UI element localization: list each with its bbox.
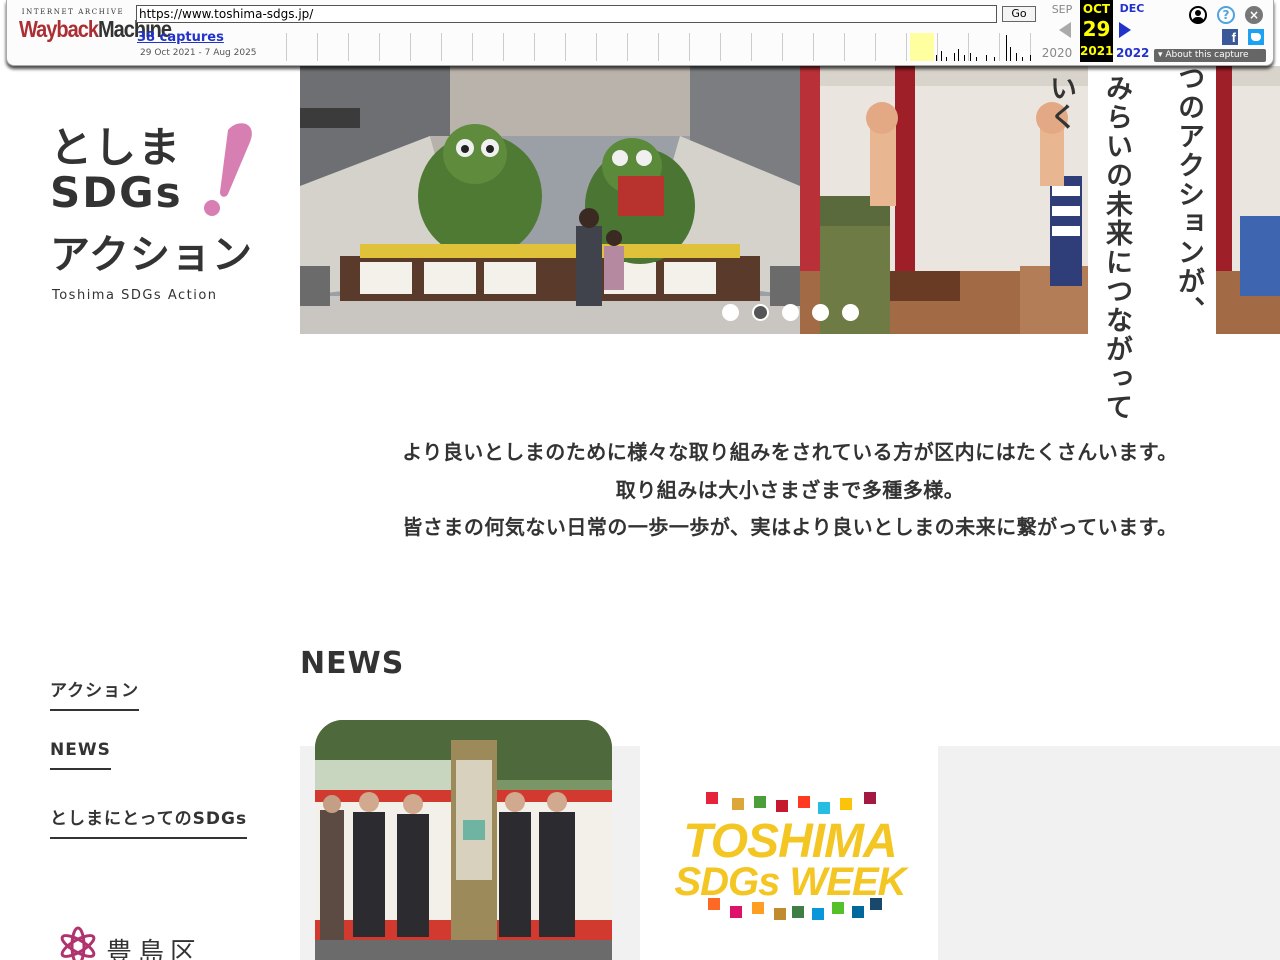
close-icon[interactable]: × xyxy=(1245,6,1263,24)
sparkline-capture-tick xyxy=(954,53,955,61)
sparkline-capture-tick xyxy=(936,55,937,61)
sparkline-year-divider xyxy=(503,33,504,61)
hero-catch-left: みらいの未来につながっていく xyxy=(1045,66,1144,430)
sparkline-year-divider xyxy=(720,33,721,61)
wayback-prev-year[interactable]: 2020 xyxy=(1041,46,1073,60)
user-icon[interactable] xyxy=(1189,6,1207,24)
exclamation-mark-icon xyxy=(204,123,252,216)
sparkline-year-divider xyxy=(813,33,814,61)
wayback-prev-month[interactable]: SEP xyxy=(1046,3,1078,16)
sparkline-capture-tick xyxy=(986,55,987,61)
sparkline-year-divider xyxy=(534,33,535,61)
sparkline-capture-tick xyxy=(1016,53,1017,61)
slide-dot-2[interactable] xyxy=(752,304,769,321)
ward-name: 豊島区 xyxy=(106,938,203,960)
sparkline-capture-tick xyxy=(941,51,942,61)
sparkline-year-divider xyxy=(565,33,566,61)
wayback-current-year: 2021 xyxy=(1080,44,1114,58)
wayback-go-button[interactable]: Go xyxy=(1002,6,1036,22)
sparkline-year-divider xyxy=(844,33,845,61)
sparkline-capture-tick xyxy=(958,49,959,61)
wayback-logo[interactable]: INTERNET ARCHIVE WaybackMachine xyxy=(19,8,172,50)
slide-dot-5[interactable] xyxy=(842,304,859,321)
logo-line-2: SDGs xyxy=(50,168,183,217)
sdgs-week-logo-line-1: TOSHIMA xyxy=(683,815,897,868)
sparkline-capture-tick xyxy=(1006,35,1007,61)
sparkline-year-divider xyxy=(999,33,1000,61)
sparkline-year-divider xyxy=(906,33,907,61)
next-arrow-icon[interactable] xyxy=(1119,22,1131,38)
sparkline-capture-tick xyxy=(1022,57,1023,61)
sparkline-year-divider xyxy=(689,33,690,61)
toshima-ward-logo[interactable]: 豊島区 xyxy=(50,924,230,960)
wayback-captures-link[interactable]: 38 captures xyxy=(137,30,224,45)
wayback-url-input[interactable]: https://www.toshima-sdgs.jp/ xyxy=(136,5,997,23)
sparkline-year-divider xyxy=(472,33,473,61)
intro-line-2: 取り組みは大小さまざまで多種多様。 xyxy=(615,477,965,502)
sparkline-year-divider xyxy=(410,33,411,61)
news-card-ceremony[interactable] xyxy=(315,720,612,960)
hero-slide-topiary-photo xyxy=(300,66,800,334)
news-heading: NEWS xyxy=(300,646,405,681)
ceremony-photo-image xyxy=(315,720,612,960)
twitter-icon[interactable] xyxy=(1248,29,1264,45)
news-card-sdgs-week[interactable]: TOSHIMA SDGs WEEK xyxy=(642,746,938,960)
sparkline-capture-tick xyxy=(994,57,995,61)
sparkline-year-divider xyxy=(286,33,287,61)
intro-line-3: 皆さまの何気ない日常の一歩一歩が、実はより良いとしまの未来に繋がっています。 xyxy=(402,515,1178,539)
wayback-current-date: OCT 29 2021 xyxy=(1080,0,1113,62)
site-logo[interactable]: としま SDGs アクション Toshima SDGs Action xyxy=(50,108,270,308)
slide-dot-3[interactable] xyxy=(782,304,799,321)
wayback-logo-top: INTERNET ARCHIVE xyxy=(21,8,125,16)
slide-dot-1[interactable] xyxy=(722,304,739,321)
wayback-logo-main-a: Wayback xyxy=(19,17,99,43)
wayback-next-year[interactable]: 2022 xyxy=(1116,46,1149,60)
sparkline-year-divider xyxy=(348,33,349,61)
about-capture-label: About this capture xyxy=(1165,50,1249,60)
prev-arrow-icon[interactable] xyxy=(1059,22,1071,38)
sparkline-year-divider xyxy=(937,33,938,61)
wayback-current-month: OCT xyxy=(1082,2,1111,16)
nav-item-action[interactable]: アクション xyxy=(50,676,140,711)
nav-item-news[interactable]: NEWS xyxy=(50,740,111,770)
sparkline-year-divider xyxy=(658,33,659,61)
sparkline-capture-tick xyxy=(1030,55,1031,61)
ward-emblem-icon xyxy=(60,926,96,960)
news-row-background-right xyxy=(938,746,1280,960)
sparkline-year-divider xyxy=(968,33,969,61)
logo-line-1: としま xyxy=(50,123,183,172)
sparkline-year-divider xyxy=(782,33,783,61)
sdgs-week-logo-line-2: SDGs WEEK xyxy=(674,860,906,904)
sparkline-year-divider xyxy=(596,33,597,61)
topiary-photo-image xyxy=(300,66,800,334)
sparkline-year-divider xyxy=(627,33,628,61)
sparkline-capture-tick xyxy=(964,55,965,61)
sparkline-year-highlight xyxy=(910,33,934,61)
nav-item-sdgs[interactable]: としまにとってのSDGs xyxy=(50,804,248,839)
help-icon[interactable]: ? xyxy=(1217,6,1235,24)
wayback-next-month[interactable]: DEC xyxy=(1116,2,1148,15)
wayback-sparkline[interactable] xyxy=(286,33,1034,61)
about-capture-button[interactable]: ▾ About this capture xyxy=(1154,49,1266,62)
wayback-current-day: 29 xyxy=(1082,17,1111,41)
sparkline-year-divider xyxy=(875,33,876,61)
logo-english: Toshima SDGs Action xyxy=(52,288,218,303)
sparkline-year-divider xyxy=(379,33,380,61)
slide-dot-4[interactable] xyxy=(812,304,829,321)
sparkline-capture-tick xyxy=(976,57,977,61)
facebook-icon[interactable]: f xyxy=(1222,29,1238,45)
wayback-logo-main: WaybackMachine xyxy=(19,17,172,43)
logo-line-3: アクション xyxy=(50,232,253,278)
sparkline-capture-tick xyxy=(970,53,971,61)
sparkline-capture-tick xyxy=(946,57,947,61)
sparkline-year-divider xyxy=(751,33,752,61)
intro-line-1: より良いとしまのために様々な取り組みをされている方が区内にはたくさんいます。 xyxy=(402,440,1178,464)
wayback-toolbar: INTERNET ARCHIVE WaybackMachine https://… xyxy=(6,0,1274,66)
intro-text: より良いとしまのために様々な取り組みをされている方が区内にはたくさんいます。 取… xyxy=(300,434,1280,547)
wayback-capture-range: 29 Oct 2021 - 7 Aug 2025 xyxy=(140,48,257,58)
sparkline-capture-tick xyxy=(1010,47,1011,61)
sparkline-year-divider xyxy=(317,33,318,61)
sparkline-year-divider xyxy=(441,33,442,61)
